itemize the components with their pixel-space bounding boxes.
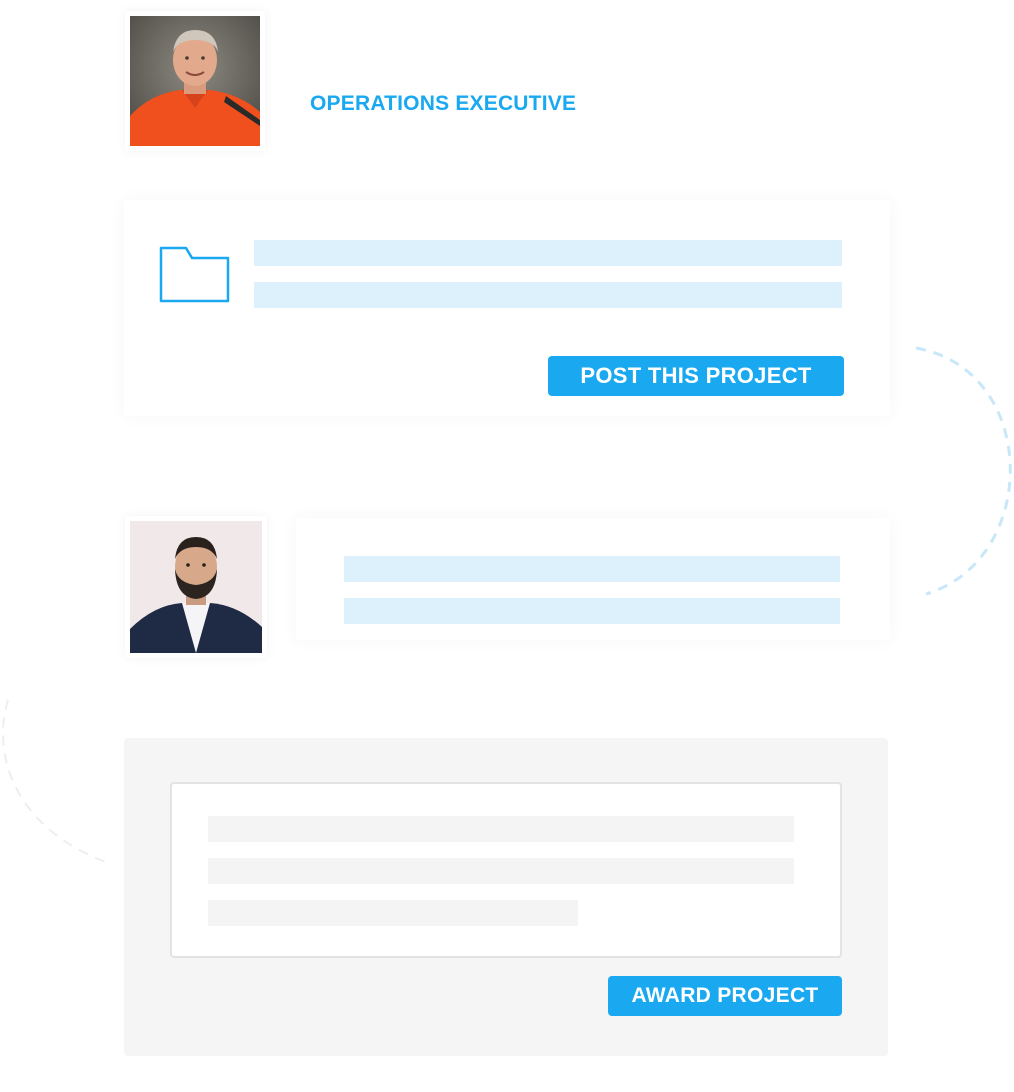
candidate-avatar <box>130 521 262 653</box>
left-dashed-arc <box>1 699 107 863</box>
post-placeholder-line-2 <box>254 282 842 308</box>
right-dashed-arc <box>915 346 1012 596</box>
award-placeholder-line-3 <box>208 900 578 926</box>
award-project-button[interactable]: AWARD PROJECT <box>608 976 842 1016</box>
post-project-button[interactable]: POST THIS PROJECT <box>548 356 844 396</box>
award-placeholder-line-2 <box>208 858 794 884</box>
folder-icon <box>158 244 232 304</box>
award-placeholder-line-1 <box>208 816 794 842</box>
candidate-avatar-card <box>125 516 267 658</box>
proposal-placeholder-line-1 <box>344 556 840 582</box>
executive-avatar-card <box>125 11 265 151</box>
proposal-placeholder-line-2 <box>344 598 840 624</box>
candidate-photo <box>130 521 262 653</box>
executive-avatar <box>130 16 260 146</box>
role-label: OPERATIONS EXECUTIVE <box>310 92 577 115</box>
executive-photo <box>130 16 260 146</box>
post-placeholder-line-1 <box>254 240 842 266</box>
